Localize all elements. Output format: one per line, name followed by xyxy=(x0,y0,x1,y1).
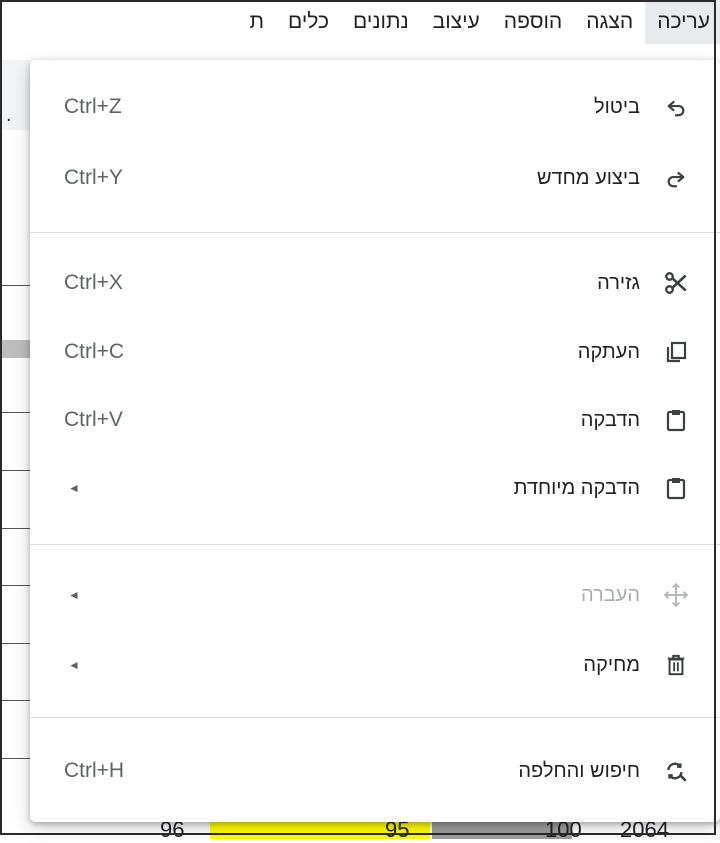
shortcut-text: Ctrl+H xyxy=(64,759,125,782)
menu-item-redo[interactable]: ביצוע מחדש Ctrl+Y xyxy=(30,148,720,208)
submenu-arrow-icon: ◄ xyxy=(68,588,80,602)
shortcut-text: Ctrl+Y xyxy=(64,166,123,189)
menu-edit[interactable]: עריכה xyxy=(645,0,720,44)
find-replace-icon xyxy=(662,757,690,785)
grid-line xyxy=(0,585,30,586)
menubar: עריכה הצגה הוספה עיצוב נתונים כלים ת xyxy=(0,0,720,44)
header-strip xyxy=(0,340,30,358)
shortcut-text: Ctrl+Z xyxy=(64,95,122,118)
menu-item-copy[interactable]: העתקה Ctrl+C xyxy=(30,322,720,382)
grid-line xyxy=(0,528,30,529)
submenu-arrow-icon: ◄ xyxy=(68,658,80,672)
menu-item-label: ביצוע מחדש xyxy=(536,167,640,189)
move-icon xyxy=(662,581,690,609)
toolbar-overflow-dot: . xyxy=(6,104,12,126)
grid-line xyxy=(0,700,30,701)
trash-icon xyxy=(662,651,690,679)
menu-insert[interactable]: הוספה xyxy=(492,0,574,44)
menu-item-paste[interactable]: הדבקה Ctrl+V xyxy=(30,390,720,450)
menu-item-paste-special[interactable]: הדבקה מיוחדת ◄ xyxy=(30,458,720,518)
menu-tools[interactable]: כלים xyxy=(276,0,341,44)
menu-item-undo[interactable]: ביטול Ctrl+Z xyxy=(30,77,720,137)
grid-line xyxy=(0,470,30,471)
undo-icon xyxy=(662,93,690,121)
menu-format[interactable]: עיצוב xyxy=(421,0,492,44)
redo-icon xyxy=(662,164,690,192)
menu-divider xyxy=(30,717,720,718)
menu-item-delete[interactable]: מחיקה ◄ xyxy=(30,635,720,695)
menu-item-label: העתקה xyxy=(577,341,640,363)
menu-truncated[interactable]: ת xyxy=(238,0,277,44)
shortcut-text: Ctrl+C xyxy=(64,340,125,363)
toolbar-strip xyxy=(0,60,30,130)
menu-item-label: הדבקה xyxy=(580,409,640,431)
clipboard-icon xyxy=(662,406,690,434)
menu-item-label: חיפוש והחלפה xyxy=(518,760,640,782)
menu-data[interactable]: נתונים xyxy=(341,0,421,44)
grid-line xyxy=(0,285,30,286)
menu-item-label: העברה xyxy=(580,584,640,606)
shortcut-text: Ctrl+X xyxy=(64,271,123,294)
menu-item-label: הדבקה מיוחדת xyxy=(513,477,640,499)
grid-line xyxy=(0,412,30,413)
shortcut-text: Ctrl+V xyxy=(64,408,123,431)
scissors-icon xyxy=(662,269,690,297)
clipboard-icon xyxy=(662,474,690,502)
menu-item-label: ביטול xyxy=(593,96,640,118)
edit-menu-dropdown: ביטול Ctrl+Z ביצוע מחדש Ctrl+Y גזירה Ctr… xyxy=(30,60,720,822)
grid-line xyxy=(0,758,30,759)
menu-item-move[interactable]: העברה ◄ xyxy=(30,565,720,625)
menu-view[interactable]: הצגה xyxy=(574,0,645,44)
submenu-arrow-icon: ◄ xyxy=(68,481,80,495)
grid-line xyxy=(0,643,30,644)
menu-divider xyxy=(30,232,720,233)
menu-item-cut[interactable]: גזירה Ctrl+X xyxy=(30,253,720,313)
menu-divider xyxy=(30,544,720,545)
copy-icon xyxy=(662,338,690,366)
menu-item-find-replace[interactable]: חיפוש והחלפה Ctrl+H xyxy=(30,741,720,801)
menu-item-label: מחיקה xyxy=(583,654,640,676)
menu-item-label: גזירה xyxy=(597,272,640,294)
